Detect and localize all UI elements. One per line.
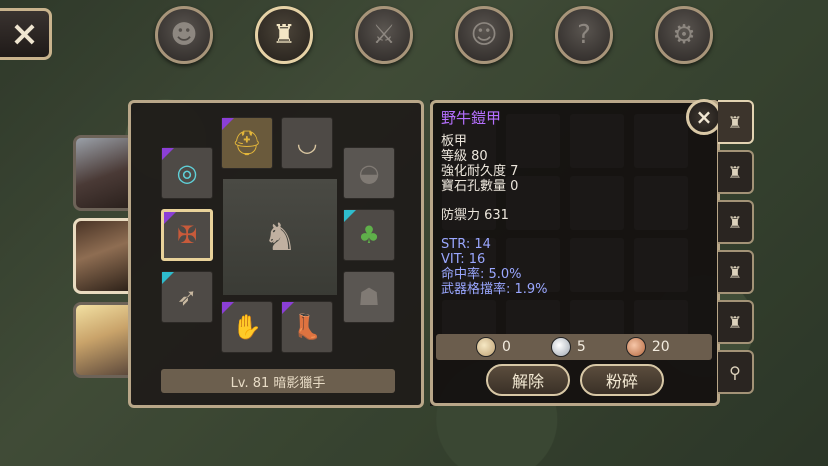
- tab-quest-button[interactable]: ?: [555, 6, 613, 64]
- bag-tab-2[interactable]: ♜: [718, 150, 754, 194]
- item-level: 等級 80: [441, 149, 488, 164]
- item-durability: 強化耐久度 7: [441, 164, 519, 179]
- boots-icon: 👢: [292, 313, 322, 341]
- search-tab[interactable]: ⚲: [718, 350, 754, 394]
- character-name-bar: Lv. 81 暗影獵手: [161, 369, 395, 393]
- stat-hit-rate: 命中率: 5.0%: [441, 267, 522, 282]
- party-icon: ☺: [470, 20, 498, 50]
- stat-str: STR: 14: [441, 237, 491, 252]
- item-defense: 防禦力 631: [441, 208, 509, 223]
- stat-vit: VIT: 16: [441, 252, 486, 267]
- slot-ring[interactable]: ◎: [161, 147, 213, 199]
- bag-tab-3[interactable]: ♜: [718, 200, 754, 244]
- necklace-icon: ◡: [296, 129, 318, 157]
- item-name: 野牛鎧甲: [441, 109, 502, 127]
- slot-cloak[interactable]: ♣: [343, 209, 395, 261]
- item-gem-slots: 寶石孔數量 0: [441, 179, 519, 194]
- slot-weapon[interactable]: ➶: [161, 271, 213, 323]
- tab-profile-button[interactable]: ☻: [155, 6, 213, 64]
- tooltip-body: 野牛鎧甲 板甲 等級 80 強化耐久度 7 寶石孔數量 0 防禦力 631 ST…: [441, 109, 548, 298]
- character-level-name: Lv. 81 暗影獵手: [230, 375, 326, 391]
- character-portrait-1[interactable]: [73, 135, 131, 211]
- bag-icon: ♜: [272, 20, 296, 50]
- sword-icon: ⚔: [372, 20, 396, 50]
- gold-amount: 0: [502, 339, 511, 355]
- hat-icon: ◒: [358, 159, 380, 187]
- bag-icon: ♜: [727, 112, 743, 132]
- tab-skills-button[interactable]: ⚔: [355, 6, 413, 64]
- tab-party-button[interactable]: ☺: [455, 6, 513, 64]
- gear-icon: ⚙: [672, 20, 696, 50]
- bag-tab-1[interactable]: ♜: [718, 100, 754, 144]
- unequip-button[interactable]: 解除: [486, 364, 570, 396]
- head-profile-icon: ☻: [170, 20, 198, 50]
- gold-coin-icon: [476, 337, 496, 357]
- scroll-icon: ?: [577, 20, 591, 50]
- mask-icon: ☗: [358, 283, 380, 311]
- slot-armor[interactable]: ✠: [161, 209, 213, 261]
- bag-tab-4[interactable]: ♜: [718, 250, 754, 294]
- vest-icon: ♣: [358, 221, 380, 249]
- copper-amount: 20: [651, 339, 670, 355]
- tab-bag-button[interactable]: ♜: [255, 6, 313, 64]
- character-figure-icon: ♞: [262, 215, 298, 259]
- close-icon: ×: [695, 105, 713, 129]
- item-tooltip: 野牛鎧甲 板甲 等級 80 強化耐久度 7 寶石孔數量 0 防禦力 631 ST…: [430, 100, 720, 406]
- slot-boots[interactable]: 👢: [281, 301, 333, 353]
- bag-icon: ♜: [727, 162, 743, 182]
- armor-icon: ✠: [176, 221, 198, 249]
- bag-icon: ♜: [727, 312, 743, 332]
- silver-coin-icon: [550, 337, 571, 357]
- character-portrait-2[interactable]: [73, 218, 131, 294]
- tooltip-close-button[interactable]: ×: [686, 99, 722, 135]
- character-portrait-3[interactable]: [73, 302, 131, 378]
- slot-helmet[interactable]: ⛑: [221, 117, 273, 169]
- gloves-icon: ✋: [232, 313, 262, 341]
- close-icon: ×: [10, 14, 39, 54]
- tab-settings-button[interactable]: ⚙: [655, 6, 713, 64]
- unequip-label: 解除: [511, 372, 544, 391]
- bag-icon: ♜: [727, 212, 743, 232]
- ring-icon: ◎: [176, 159, 198, 187]
- crossbow-icon: ➶: [176, 283, 198, 311]
- cost-bar: 0 5 20: [436, 334, 712, 360]
- silver-amount: 5: [576, 339, 586, 355]
- equipment-panel: ⛑ ◡ ◎ ◒ ✠ ♣ ➶ ☗ ✋ 👢 ♞ Lv. 81 暗影獵手: [128, 100, 424, 408]
- bag-icon: ♜: [727, 262, 743, 282]
- shatter-label: 粉碎: [605, 372, 638, 391]
- copper-coin-icon: [625, 337, 646, 357]
- helmet-icon: ⛑: [231, 129, 263, 157]
- slot-gloves[interactable]: ✋: [221, 301, 273, 353]
- character-model: ♞: [223, 179, 337, 295]
- item-type: 板甲: [441, 134, 468, 149]
- search-icon: ⚲: [729, 362, 741, 382]
- top-navigation: ☻ ♜ ⚔ ☺ ? ⚙: [155, 6, 713, 64]
- slot-necklace[interactable]: ◡: [281, 117, 333, 169]
- slot-shield-empty[interactable]: ☗: [343, 271, 395, 323]
- bag-tab-5[interactable]: ♜: [718, 300, 754, 344]
- stat-block-rate: 武器格擋率: 1.9%: [441, 282, 548, 297]
- shatter-button[interactable]: 粉碎: [580, 364, 664, 396]
- close-button[interactable]: ×: [0, 8, 52, 60]
- slot-hat-empty[interactable]: ◒: [343, 147, 395, 199]
